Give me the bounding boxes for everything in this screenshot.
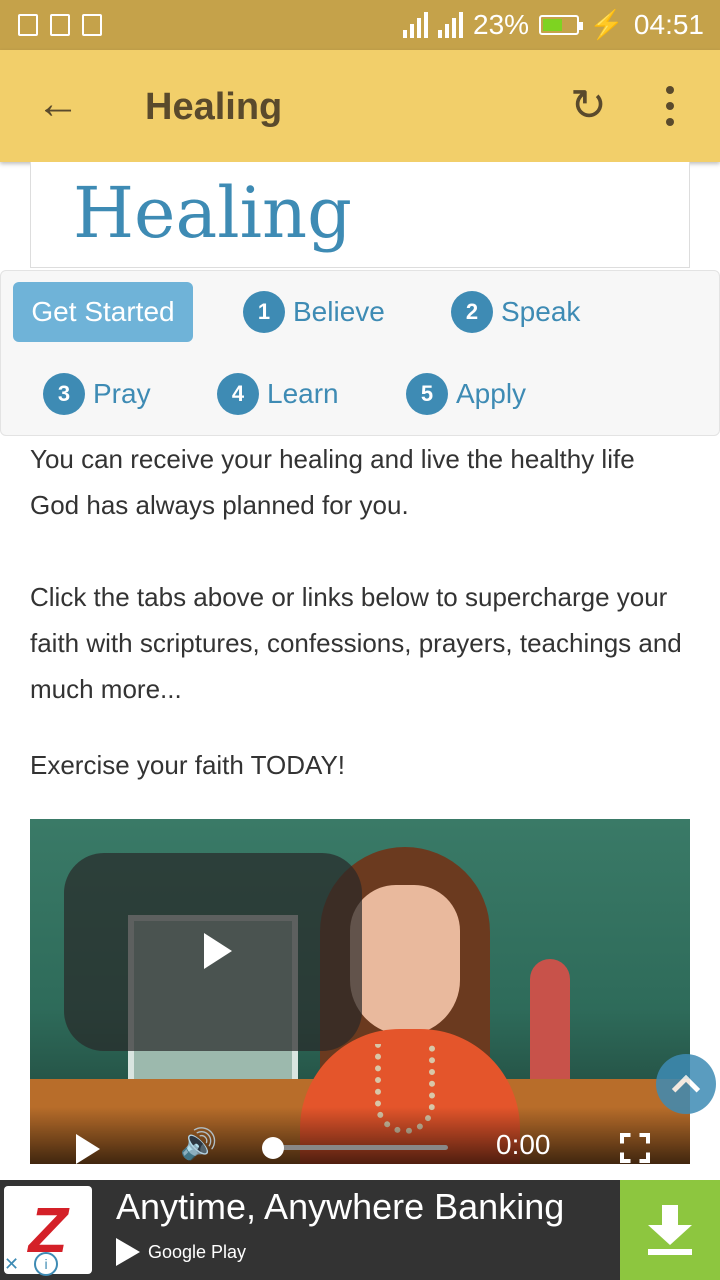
step-tabs: Get Started 1 Believe 2 Speak 3 Pray 4 L… <box>0 270 720 436</box>
video-player[interactable]: 🔊 0:00 <box>30 819 690 1164</box>
video-presenter-face <box>350 885 460 1035</box>
usb-storage-icon <box>82 14 102 36</box>
hero-header: Healing <box>30 162 690 268</box>
big-play-button[interactable] <box>64 853 362 1051</box>
paragraph: Exercise your faith TODAY! <box>30 750 346 780</box>
step-badge: 3 <box>43 373 85 415</box>
tab-believe[interactable]: 1 Believe <box>243 291 385 333</box>
tab-label: Learn <box>267 378 339 409</box>
seek-thumb[interactable] <box>262 1137 284 1159</box>
tab-label: Speak <box>501 296 581 327</box>
google-play-icon <box>116 1238 140 1266</box>
fullscreen-icon[interactable] <box>620 1133 650 1163</box>
signal-2-icon <box>438 11 463 38</box>
tab-label: Believe <box>293 296 385 327</box>
scroll-to-top-button[interactable] <box>656 1054 716 1114</box>
step-badge: 2 <box>451 291 493 333</box>
tab-label: Pray <box>93 378 151 409</box>
app-bar: ← Healing ↻ <box>0 50 720 162</box>
battery-icon <box>539 14 584 35</box>
ad-close-icon[interactable]: ✕ <box>4 1254 19 1275</box>
tab-learn[interactable]: 4 Learn <box>217 373 339 415</box>
video-controls: 🔊 0:00 <box>30 1107 690 1164</box>
ad-download-button[interactable] <box>620 1180 720 1280</box>
tab-apply[interactable]: 5 Apply <box>406 373 526 415</box>
play-icon[interactable] <box>76 1134 100 1164</box>
play-icon <box>204 933 232 969</box>
ad-info-icon[interactable]: i <box>34 1252 58 1276</box>
battery-percent: 23% <box>473 8 530 40</box>
download-icon <box>648 1205 692 1255</box>
paragraph: Click the tabs above or links below to s… <box>30 582 682 704</box>
intro-text: You can receive your healing and live th… <box>30 436 690 834</box>
volume-icon[interactable]: 🔊 <box>180 1127 217 1162</box>
ad-title: Anytime, Anywhere Banking <box>116 1186 565 1227</box>
back-arrow-icon[interactable]: ← <box>36 82 80 126</box>
step-badge: 1 <box>243 291 285 333</box>
signal-icon <box>403 11 428 38</box>
clock: 04:51 <box>633 8 704 40</box>
app-bar-title: Healing <box>145 86 283 128</box>
image-icon <box>18 14 38 36</box>
tab-get-started[interactable]: Get Started <box>13 282 193 342</box>
status-bar: 23% ⚡ 04:51 <box>0 0 720 50</box>
ad-banner[interactable]: Z Anytime, Anywhere Banking Google Play <box>0 1180 720 1280</box>
seek-bar[interactable] <box>272 1145 448 1150</box>
more-vert-icon[interactable] <box>666 86 674 126</box>
refresh-icon[interactable]: ↻ <box>570 80 607 131</box>
tab-pray[interactable]: 3 Pray <box>43 373 151 415</box>
charging-icon: ⚡ <box>589 9 624 40</box>
notification-icons <box>18 14 102 36</box>
chevron-up-icon <box>671 1074 701 1104</box>
step-badge: 5 <box>406 373 448 415</box>
paragraph: You can receive your healing and live th… <box>30 444 635 520</box>
video-time: 0:00 <box>496 1129 551 1160</box>
hero-title: Healing <box>73 172 352 254</box>
step-badge: 4 <box>217 373 259 415</box>
tab-speak[interactable]: 2 Speak <box>451 291 580 333</box>
usb-icon <box>50 14 70 36</box>
tab-label: Apply <box>456 378 527 409</box>
google-play-badge: Google Play <box>116 1238 246 1266</box>
